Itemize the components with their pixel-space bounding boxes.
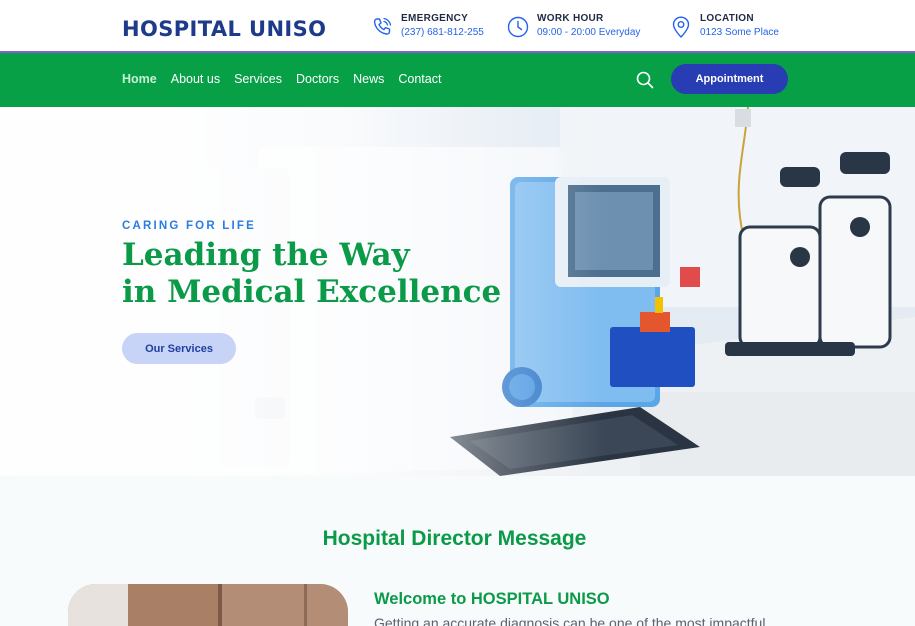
work-hour-info: WORK HOUR 09:00 - 20:00 Everyday (506, 12, 640, 40)
director-message-section: Hospital Director Message Welcome to HOS… (0, 476, 915, 626)
emergency-info: EMERGENCY (237) 681-812-255 (370, 12, 484, 40)
hero-eyebrow: CARING FOR LIFE (122, 220, 256, 232)
site-logo[interactable]: HOSPITAL UNISO (122, 17, 326, 41)
nav-item-about-us[interactable]: About us (171, 72, 220, 86)
nav-item-home[interactable]: Home (122, 72, 157, 86)
section-title: Hospital Director Message (322, 527, 587, 550)
top-header: HOSPITAL UNISO EMERGENCY (237) 681-812-2… (0, 0, 915, 53)
location-label: LOCATION (700, 13, 754, 24)
appointment-button[interactable]: Appointment (671, 64, 788, 94)
emergency-phone[interactable]: (237) 681-812-255 (401, 26, 484, 40)
location-info: LOCATION 0123 Some Place (669, 12, 779, 40)
clock-icon (507, 16, 529, 38)
work-hour-label: WORK HOUR (537, 13, 604, 24)
phone-icon (373, 17, 392, 35)
hero-banner: CARING FOR LIFE Leading the Way in Medic… (0, 107, 915, 476)
nav-item-contact[interactable]: Contact (398, 72, 441, 86)
hero-headline-line-2: in Medical Excellence (122, 274, 502, 310)
hero-headline-line-1: Leading the Way (122, 237, 410, 273)
nav-links: Home About us Services Doctors News Cont… (122, 72, 441, 86)
nav-item-services[interactable]: Services (234, 72, 282, 86)
our-services-button[interactable]: Our Services (122, 333, 236, 364)
hero-headline: Leading the Way in Medical Excellence (122, 237, 501, 311)
location-value[interactable]: 0123 Some Place (700, 26, 779, 40)
nav-item-news[interactable]: News (353, 72, 384, 86)
main-navigation: Home About us Services Doctors News Cont… (0, 53, 915, 107)
work-hour-value: 09:00 - 20:00 Everyday (537, 27, 641, 38)
emergency-label: EMERGENCY (401, 13, 469, 24)
search-button[interactable] (635, 70, 655, 90)
search-icon (636, 71, 654, 89)
director-intro-text: Getting an accurate diagnosis can be one… (374, 615, 766, 626)
location-pin-icon (672, 16, 690, 38)
welcome-heading: Welcome to HOSPITAL UNISO (374, 590, 610, 608)
nav-item-doctors[interactable]: Doctors (296, 72, 339, 86)
director-photo (68, 584, 348, 626)
